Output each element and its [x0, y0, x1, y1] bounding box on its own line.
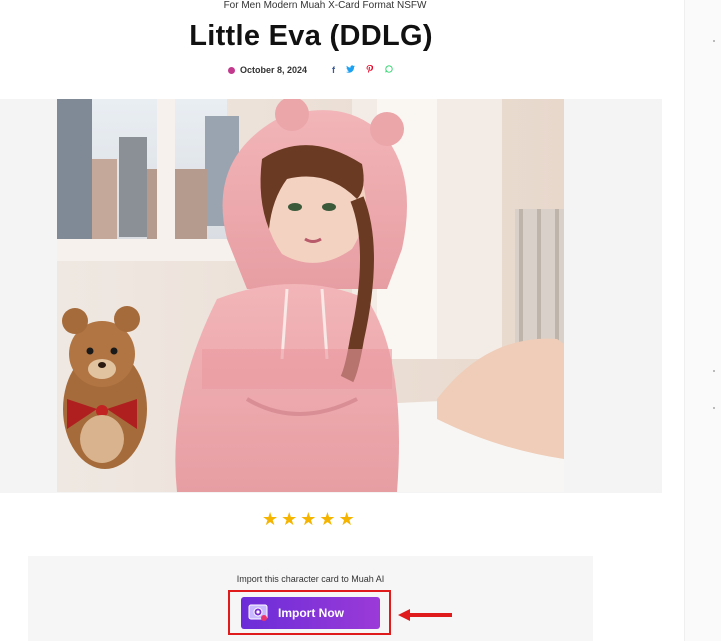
- star-icon: ★: [262, 509, 279, 529]
- page-title: Little Eva (DDLG): [189, 20, 433, 52]
- rating-stars: ★ ★ ★ ★ ★: [262, 509, 355, 529]
- category-line[interactable]: For Men Modern Muah X-Card Format NSFW: [0, 0, 650, 11]
- post-meta: October 8, 2024 f: [228, 64, 393, 76]
- sidebar-marker: [713, 407, 715, 409]
- clock-icon: [228, 66, 235, 74]
- card-import-icon: [248, 604, 268, 621]
- star-icon: ★: [281, 509, 298, 529]
- import-now-label: Import Now: [278, 606, 344, 620]
- arrow-pointer-icon: [398, 609, 452, 621]
- post-date: October 8, 2024: [240, 65, 308, 75]
- featured-image: [57, 99, 564, 492]
- sidebar-marker: [713, 370, 715, 372]
- sidebar-marker: [713, 40, 715, 42]
- import-prompt: Import this character card to Muah AI: [236, 574, 385, 584]
- star-icon: ★: [338, 509, 355, 529]
- star-icon: ★: [300, 509, 317, 529]
- share-buttons: f: [321, 64, 393, 76]
- facebook-icon[interactable]: f: [332, 65, 335, 75]
- import-now-button[interactable]: Import Now: [241, 597, 380, 629]
- featured-image-container: [0, 99, 662, 493]
- pinterest-icon[interactable]: [366, 64, 374, 76]
- right-sidebar: [684, 0, 721, 641]
- twitter-icon[interactable]: [346, 65, 356, 75]
- star-icon: ★: [319, 509, 336, 529]
- whatsapp-icon[interactable]: [385, 65, 393, 75]
